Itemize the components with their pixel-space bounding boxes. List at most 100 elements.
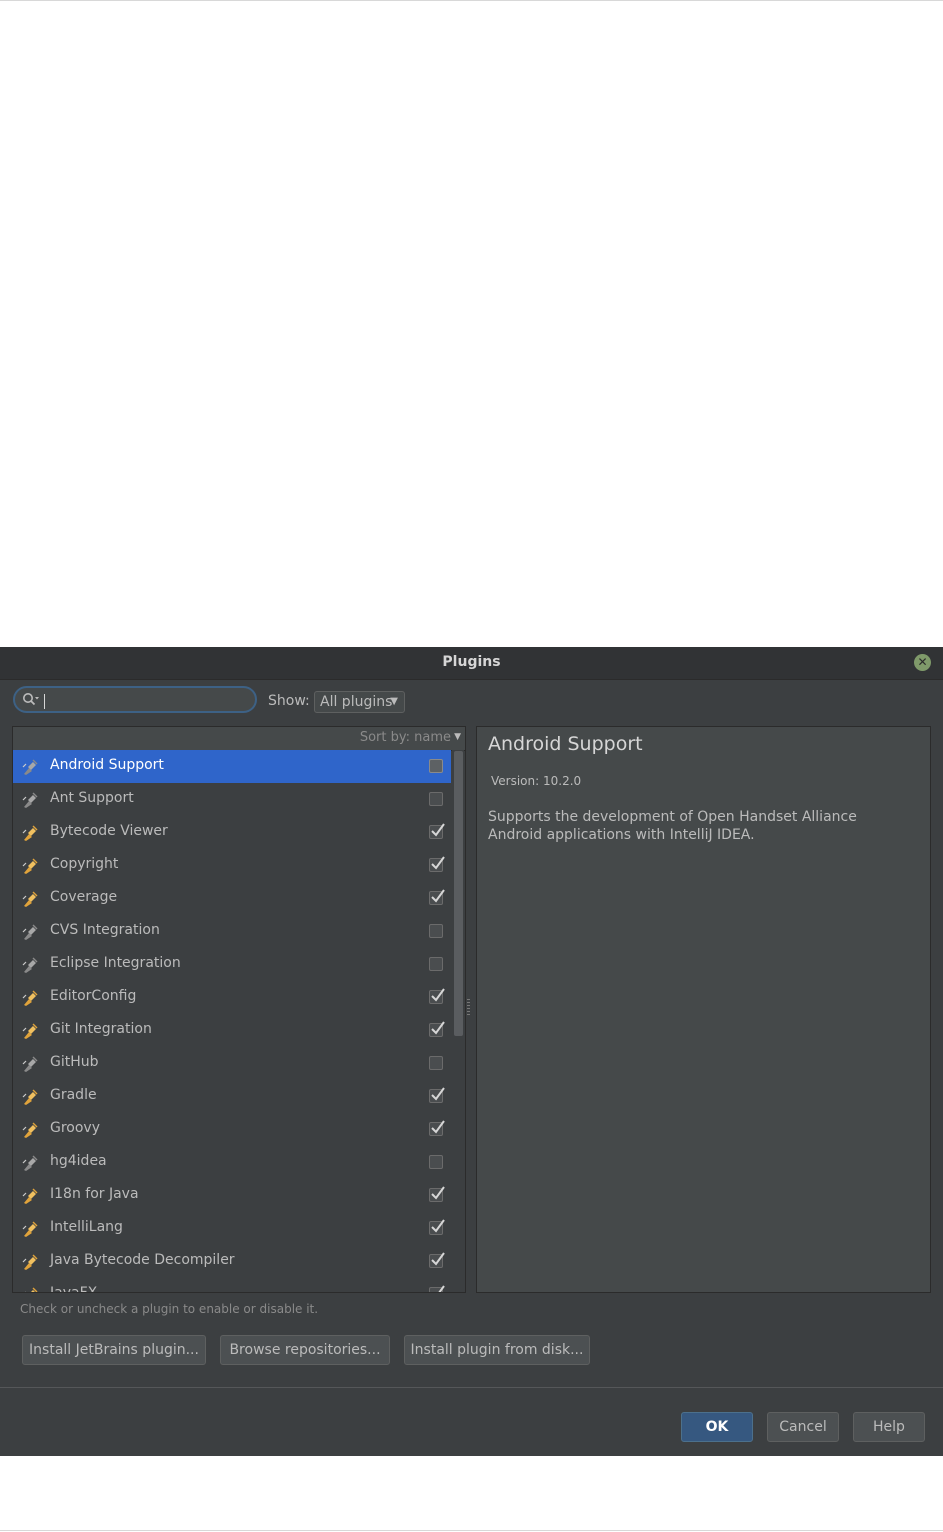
scrollbar-thumb[interactable] bbox=[454, 751, 463, 1036]
plugin-name: JavaFX bbox=[50, 1285, 98, 1293]
plugin-row[interactable]: I18n for Java bbox=[13, 1179, 451, 1212]
detail-title: Android Support bbox=[488, 733, 643, 755]
plugin-enable-checkbox[interactable] bbox=[429, 1155, 443, 1169]
plugins-dialog: Plugins ✕ Show: All plugins ▼ Sort by: n… bbox=[0, 647, 943, 1456]
plugin-row[interactable]: EditorConfig bbox=[13, 981, 451, 1014]
plugin-name: Eclipse Integration bbox=[50, 955, 181, 971]
plugin-icon bbox=[21, 1220, 39, 1238]
plugin-icon bbox=[21, 1253, 39, 1271]
plugin-enable-checkbox[interactable] bbox=[429, 759, 443, 773]
install-jetbrains-plugin-button[interactable]: Install JetBrains plugin... bbox=[22, 1335, 206, 1365]
plugin-name: Gradle bbox=[50, 1087, 97, 1103]
hint-text: Check or uncheck a plugin to enable or d… bbox=[20, 1302, 319, 1316]
dialog-titlebar: Plugins ✕ bbox=[0, 647, 943, 680]
dialog-footer-divider bbox=[0, 1387, 943, 1388]
plugin-enable-checkbox[interactable] bbox=[429, 1285, 445, 1292]
plugin-row[interactable]: Java Bytecode Decompiler bbox=[13, 1245, 451, 1278]
plugin-enable-checkbox[interactable] bbox=[429, 1120, 445, 1136]
show-label: Show: bbox=[268, 693, 310, 709]
plugin-name: Copyright bbox=[50, 856, 119, 872]
plugin-row[interactable]: Copyright bbox=[13, 849, 451, 882]
plugin-row[interactable]: Ant Support bbox=[13, 783, 451, 816]
plugin-enable-checkbox[interactable] bbox=[429, 823, 445, 839]
panel-splitter-handle[interactable] bbox=[467, 999, 471, 1021]
close-icon[interactable]: ✕ bbox=[914, 654, 931, 671]
dialog-title: Plugins bbox=[442, 654, 501, 670]
plugin-icon bbox=[21, 758, 39, 776]
search-icon[interactable] bbox=[22, 692, 39, 708]
plugin-icon bbox=[21, 956, 39, 974]
show-filter-value: All plugins bbox=[320, 694, 393, 710]
plugin-icon bbox=[21, 857, 39, 875]
plugin-enable-checkbox[interactable] bbox=[429, 1186, 445, 1202]
detail-version: Version: 10.2.0 bbox=[491, 774, 582, 788]
text-caret bbox=[44, 694, 45, 709]
cancel-button[interactable]: Cancel bbox=[767, 1412, 839, 1442]
browse-repositories-button[interactable]: Browse repositories... bbox=[220, 1335, 390, 1365]
plugin-icon bbox=[21, 1187, 39, 1205]
plugin-row[interactable]: Gradle bbox=[13, 1080, 451, 1113]
plugin-name: I18n for Java bbox=[50, 1186, 139, 1202]
plugin-name: Android Support bbox=[50, 757, 164, 773]
plugin-row[interactable]: JavaFX bbox=[13, 1278, 451, 1293]
detail-description: Supports the development of Open Handset… bbox=[488, 809, 857, 843]
sort-label[interactable]: Sort by: name bbox=[360, 730, 451, 745]
plugin-enable-checkbox[interactable] bbox=[429, 957, 443, 971]
plugin-icon bbox=[21, 923, 39, 941]
install-from-disk-button[interactable]: Install plugin from disk... bbox=[404, 1335, 590, 1365]
plugin-row[interactable]: hg4idea bbox=[13, 1146, 451, 1179]
plugin-row[interactable]: Groovy bbox=[13, 1113, 451, 1146]
show-filter-dropdown[interactable]: All plugins ▼ bbox=[314, 691, 405, 713]
plugin-enable-checkbox[interactable] bbox=[429, 1056, 443, 1070]
plugin-enable-checkbox[interactable] bbox=[429, 889, 445, 905]
plugin-icon bbox=[21, 1088, 39, 1106]
ok-button[interactable]: OK bbox=[681, 1412, 753, 1442]
plugin-icon bbox=[21, 989, 39, 1007]
plugin-icon bbox=[21, 1121, 39, 1139]
plugin-row[interactable]: Eclipse Integration bbox=[13, 948, 451, 981]
plugin-name: EditorConfig bbox=[50, 988, 137, 1004]
plugin-row[interactable]: IntelliLang bbox=[13, 1212, 451, 1245]
plugin-enable-checkbox[interactable] bbox=[429, 856, 445, 872]
plugin-detail-panel: Android Support Version: 10.2.0 Supports… bbox=[476, 726, 931, 1293]
plugin-name: Groovy bbox=[50, 1120, 100, 1136]
plugin-row[interactable]: Git Integration bbox=[13, 1014, 451, 1047]
plugin-enable-checkbox[interactable] bbox=[429, 792, 443, 806]
plugin-enable-checkbox[interactable] bbox=[429, 988, 445, 1004]
plugin-name: Java Bytecode Decompiler bbox=[50, 1252, 235, 1268]
plugin-enable-checkbox[interactable] bbox=[429, 1252, 445, 1268]
sort-chevron-icon[interactable]: ▼ bbox=[454, 732, 461, 742]
plugin-icon bbox=[21, 791, 39, 809]
plugin-list-panel: Sort by: name ▼ Android Support Ant Suppo… bbox=[12, 726, 466, 1293]
plugin-icon bbox=[21, 824, 39, 842]
plugin-enable-checkbox[interactable] bbox=[429, 1021, 445, 1037]
chevron-down-icon: ▼ bbox=[390, 696, 398, 707]
plugin-icon bbox=[21, 1055, 39, 1073]
page-bottom-divider bbox=[0, 1530, 943, 1531]
plugin-icon bbox=[21, 1286, 39, 1292]
plugin-row[interactable]: Coverage bbox=[13, 882, 451, 915]
search-input[interactable] bbox=[13, 686, 257, 713]
sort-bar[interactable]: Sort by: name ▼ bbox=[13, 727, 465, 751]
plugin-name: Ant Support bbox=[50, 790, 134, 806]
plugin-enable-checkbox[interactable] bbox=[429, 1219, 445, 1235]
plugin-enable-checkbox[interactable] bbox=[429, 1087, 445, 1103]
plugin-name: Bytecode Viewer bbox=[50, 823, 168, 839]
plugin-row[interactable]: GitHub bbox=[13, 1047, 451, 1080]
plugin-enable-checkbox[interactable] bbox=[429, 924, 443, 938]
plugin-icon bbox=[21, 1022, 39, 1040]
plugin-row[interactable]: Bytecode Viewer bbox=[13, 816, 451, 849]
plugin-name: Coverage bbox=[50, 889, 118, 905]
plugin-name: Git Integration bbox=[50, 1021, 152, 1037]
plugin-icon bbox=[21, 1154, 39, 1172]
plugin-icon bbox=[21, 890, 39, 908]
plugin-row[interactable]: Android Support bbox=[13, 750, 451, 783]
plugin-row[interactable]: CVS Integration bbox=[13, 915, 451, 948]
plugin-list: Android Support Ant Support Bytecode Viewe… bbox=[13, 750, 451, 1293]
plugin-name: hg4idea bbox=[50, 1153, 107, 1169]
page-top-divider bbox=[0, 0, 943, 1]
plugin-name: IntelliLang bbox=[50, 1219, 123, 1235]
list-scrollbar[interactable] bbox=[452, 750, 464, 1292]
plugin-name: CVS Integration bbox=[50, 922, 160, 938]
help-button[interactable]: Help bbox=[853, 1412, 925, 1442]
